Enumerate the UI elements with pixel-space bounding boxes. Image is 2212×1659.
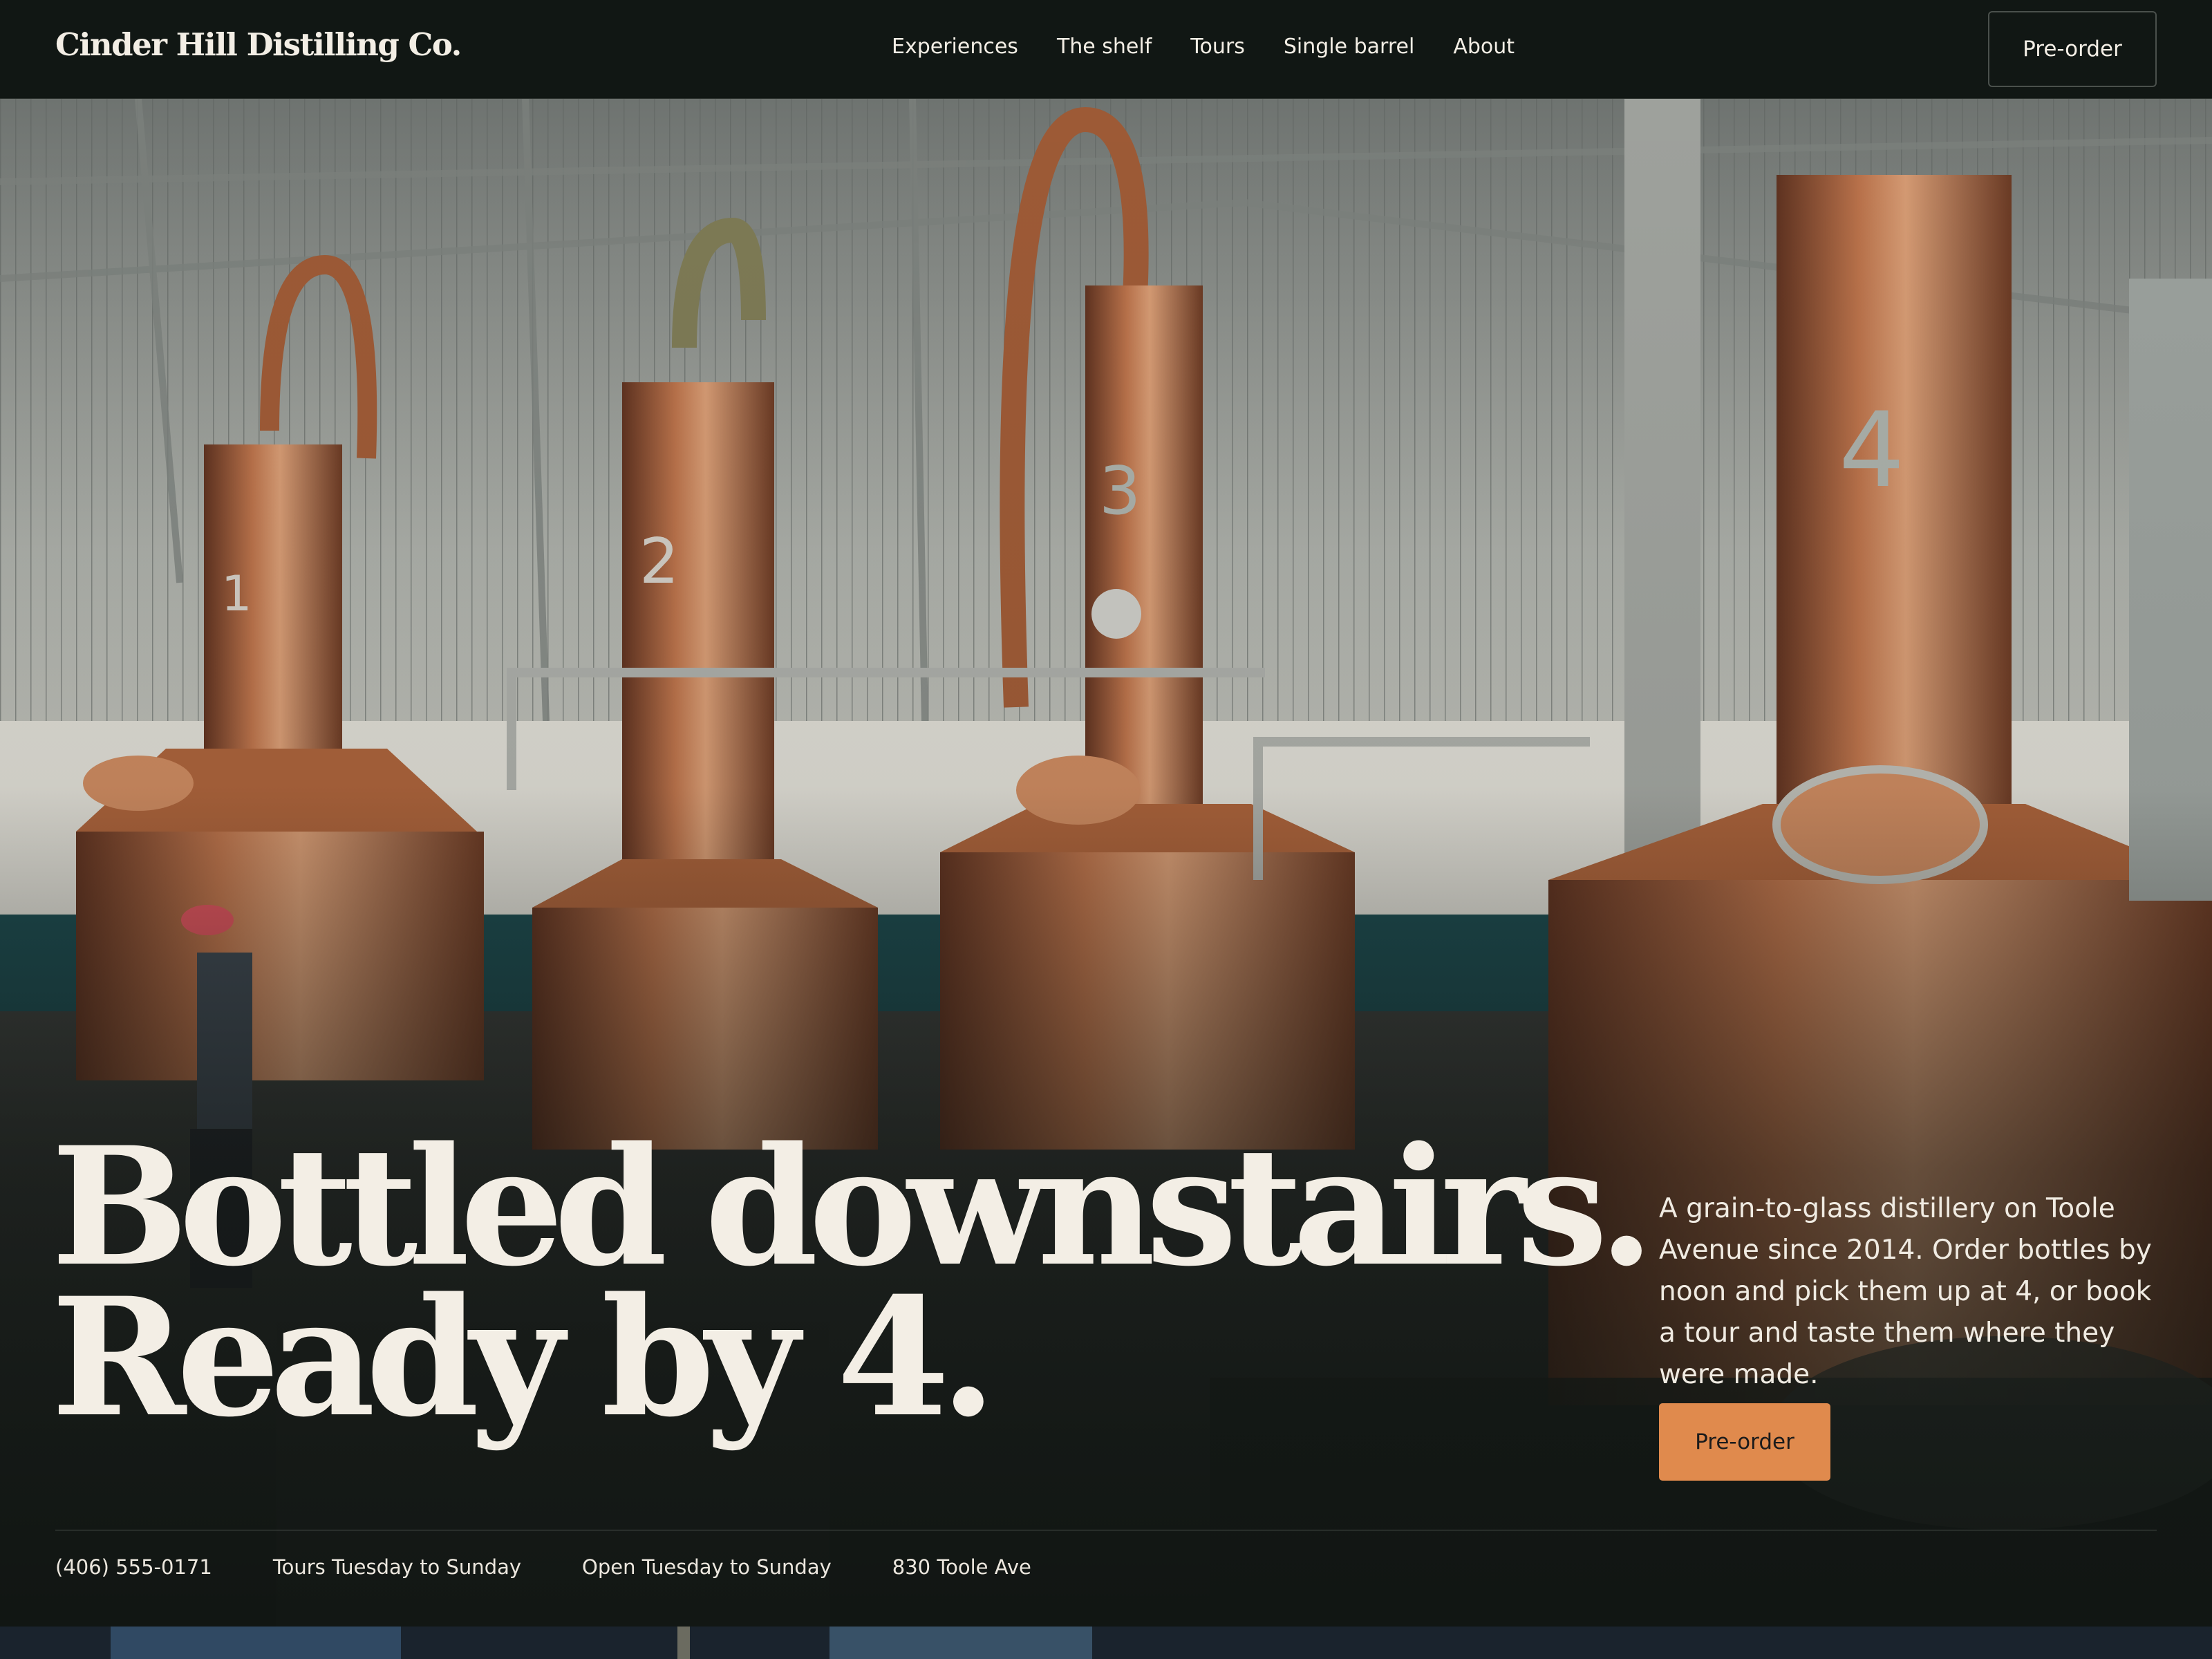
info-phone[interactable]: (406) 555-0171 — [55, 1555, 212, 1579]
next-section-preview — [0, 1627, 2212, 1659]
next-section-image — [0, 1627, 2212, 1659]
nav-links: Experiences The shelf Tours Single barre… — [892, 35, 1515, 59]
brand-logo[interactable]: Cinder Hill Distilling Co. — [55, 26, 462, 63]
info-tours-hours: Tours Tuesday to Sunday — [272, 1555, 522, 1579]
info-bar: (406) 555-0171 Tours Tuesday to Sunday O… — [55, 1555, 1031, 1579]
hero-intro: A grain-to-glass distillery on Toole Ave… — [1659, 1193, 2152, 1390]
hero-headline: Bottled downstairs. Ready by 4. — [51, 1112, 1655, 1454]
hero-preorder-button[interactable]: Pre-order — [1659, 1403, 1830, 1481]
nav-link-experiences[interactable]: Experiences — [892, 35, 1018, 59]
top-navigation: Cinder Hill Distilling Co. Experiences T… — [0, 0, 2212, 99]
headline-line-1: Bottled downstairs. — [51, 1112, 1655, 1303]
nav-link-single-barrel[interactable]: Single barrel — [1284, 35, 1414, 59]
nav-preorder-button[interactable]: Pre-order — [1988, 11, 2157, 87]
nav-link-the-shelf[interactable]: The shelf — [1057, 35, 1152, 59]
info-address[interactable]: 830 Toole Ave — [892, 1555, 1031, 1579]
nav-link-tours[interactable]: Tours — [1190, 35, 1245, 59]
headline-line-2: Ready by 4. — [51, 1262, 997, 1454]
info-open-hours: Open Tuesday to Sunday — [582, 1555, 832, 1579]
nav-link-about[interactable]: About — [1453, 35, 1515, 59]
